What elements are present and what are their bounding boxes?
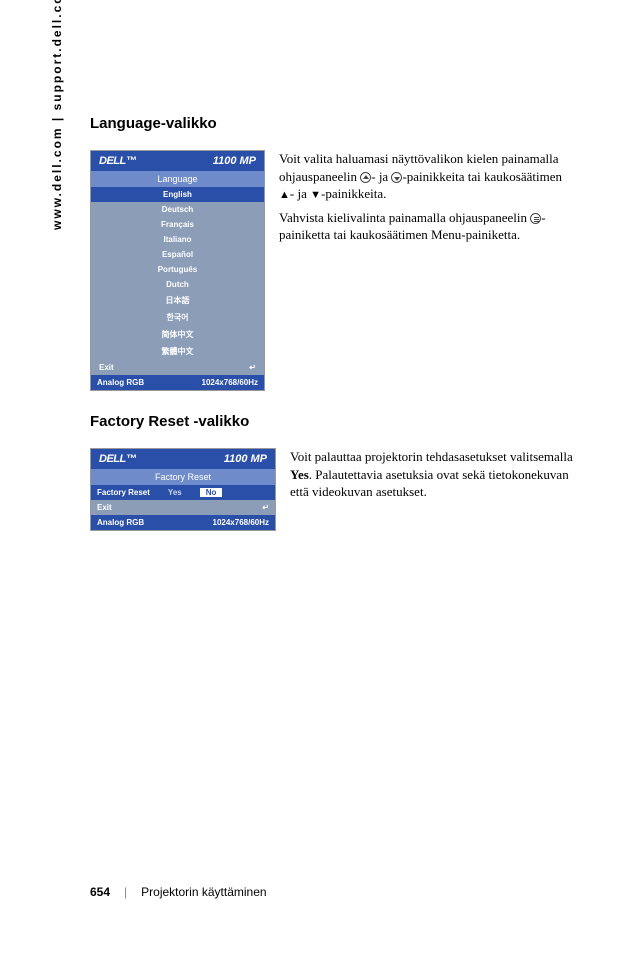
resolution-label: 1024x768/60Hz <box>202 378 259 387</box>
menu-item: Dutch <box>91 277 264 292</box>
menu-item: Español <box>91 247 264 262</box>
language-description: Voit valita haluamasi näyttövalikon kiel… <box>279 150 580 250</box>
menu-exit: Exit ↵ <box>91 360 264 375</box>
return-icon: ↵ <box>249 363 256 372</box>
section-factory-reset: DELL™ 1100 MP Factory Reset Factory Rese… <box>90 448 580 531</box>
page-content: Language-valikko DELL™ 1100 MP Language … <box>90 115 580 553</box>
down-button-icon <box>391 172 402 183</box>
language-menu-screenshot: DELL™ 1100 MP Language English Deutsch F… <box>90 150 265 391</box>
menu-footer: Analog RGB 1024x768/60Hz <box>91 515 275 530</box>
chapter-title: Projektorin käyttäminen <box>141 885 266 899</box>
menu-item: 日本語 <box>91 292 264 309</box>
model-label: 1100 MP <box>224 453 267 465</box>
menu-header: DELL™ 1100 MP <box>91 449 275 469</box>
exit-label: Exit <box>97 503 112 512</box>
menu-body: English Deutsch Français Italiano Españo… <box>91 187 264 375</box>
text: Vahvista kielivalinta painamalla ohjausp… <box>279 210 530 225</box>
menu-item: Português <box>91 262 264 277</box>
dell-logo: DELL™ <box>99 155 136 167</box>
text: Voit palauttaa projektorin tehdasasetuks… <box>290 449 573 464</box>
model-label: 1100 MP <box>213 155 256 167</box>
heading-factory-reset: Factory Reset -valikko <box>90 413 580 430</box>
menu-item: Français <box>91 217 264 232</box>
up-button-icon <box>360 172 371 183</box>
resolution-label: 1024x768/60Hz <box>213 518 270 527</box>
down-triangle-icon: ▼ <box>310 189 321 201</box>
up-triangle-icon: ▲ <box>279 189 290 201</box>
menu-item: English <box>91 187 264 202</box>
signal-label: Analog RGB <box>97 518 144 527</box>
menu-title: Factory Reset <box>91 469 275 485</box>
yes-bold: Yes <box>290 467 309 482</box>
text: -painikkeita. <box>321 186 386 201</box>
signal-label: Analog RGB <box>97 378 144 387</box>
text: - ja <box>290 186 310 201</box>
option-yes: Yes <box>168 488 182 497</box>
page-number: 654 <box>90 885 110 899</box>
exit-label: Exit <box>99 363 114 372</box>
footer-divider: | <box>124 885 127 899</box>
menu-item: Italiano <box>91 232 264 247</box>
row-label: Factory Reset <box>97 488 150 497</box>
menu-button-icon <box>530 213 541 224</box>
text: -painikkeita tai kaukosäätimen <box>402 169 562 184</box>
text: - ja <box>371 169 391 184</box>
menu-item: 简体中文 <box>91 326 264 343</box>
menu-item: Deutsch <box>91 202 264 217</box>
dell-logo: DELL™ <box>99 453 136 465</box>
factory-reset-row: Factory Reset Yes No <box>91 485 275 500</box>
menu-header: DELL™ 1100 MP <box>91 151 264 171</box>
factory-reset-description: Voit palauttaa projektorin tehdasasetuks… <box>290 448 580 507</box>
menu-title: Language <box>91 171 264 187</box>
page-footer: 654 | Projektorin käyttäminen <box>90 885 267 899</box>
option-no: No <box>200 488 223 497</box>
menu-footer: Analog RGB 1024x768/60Hz <box>91 375 264 390</box>
sidebar-url: www.dell.com | support.dell.com <box>50 0 64 230</box>
menu-item: 한국어 <box>91 309 264 326</box>
menu-item: 繁體中文 <box>91 343 264 360</box>
text: . Palautettavia asetuksia ovat sekä tiet… <box>290 467 569 500</box>
return-icon: ↵ <box>262 503 269 512</box>
factory-reset-menu-screenshot: DELL™ 1100 MP Factory Reset Factory Rese… <box>90 448 276 531</box>
menu-exit: Exit ↵ <box>91 500 275 515</box>
section-language: DELL™ 1100 MP Language English Deutsch F… <box>90 150 580 391</box>
heading-language: Language-valikko <box>90 115 580 132</box>
